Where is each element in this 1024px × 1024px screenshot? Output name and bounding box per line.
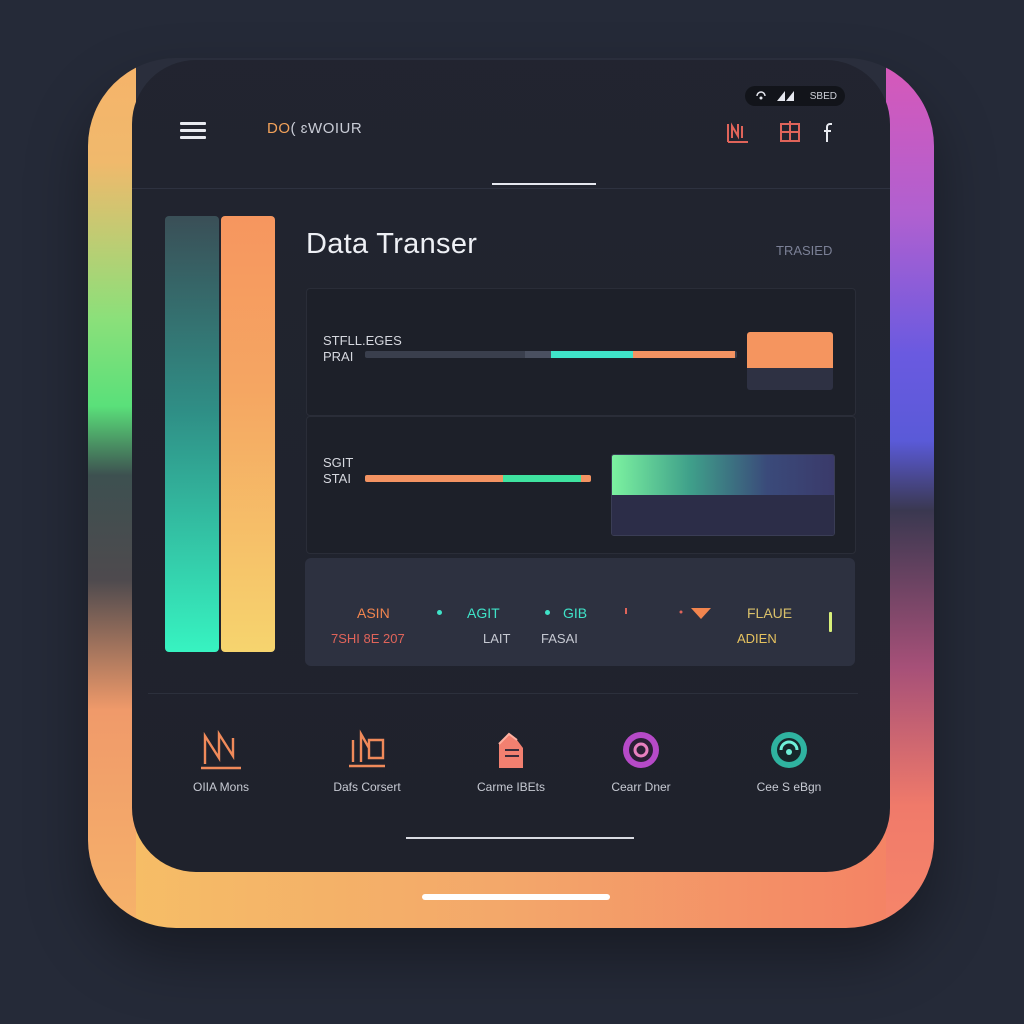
card1-color-tile[interactable]: [747, 332, 833, 390]
section-divider: [148, 693, 858, 694]
page-title: Data Transer: [306, 228, 478, 260]
header-tab-indicator: [492, 183, 596, 185]
brand-rest: ( ɛWOIUR: [290, 120, 363, 137]
nav-item-2[interactable]: Dafs Corsert: [312, 728, 422, 794]
stat-tick-mark: [625, 608, 627, 614]
card1-progress-segment: [551, 351, 633, 358]
ring-icon: [623, 732, 659, 768]
stat-4-caption: ADIEN: [737, 631, 777, 646]
nav-item-1-label: OIIA Mons: [192, 780, 250, 794]
swirl-icon: [771, 732, 807, 768]
inner-home-indicator[interactable]: [406, 837, 634, 839]
stat-level-indicator: [829, 612, 832, 632]
bar-chart-icon: [349, 729, 385, 768]
stat-2-value: AGIT: [467, 605, 500, 621]
transfer-card-1: STFLL.EGES PRAI: [306, 288, 856, 416]
nav-item-5-label: Cee S eBgn: [756, 780, 822, 794]
stat-2-caption: LAIT: [483, 631, 511, 646]
stat-dot: [437, 610, 442, 615]
grid-window-icon[interactable]: [778, 120, 802, 144]
stat-1-value: ASIN: [357, 605, 390, 621]
card2-progress-track: [365, 475, 591, 482]
nav-item-4[interactable]: Cearr Dner: [586, 728, 696, 794]
nav-item-3-label: Carme IBEts: [476, 780, 545, 794]
app-header: DO( ɛWOIUR: [132, 60, 890, 189]
stat-dot: [545, 610, 550, 615]
card1-progress-track: [365, 351, 737, 358]
card2-label: SGIT STAI: [323, 455, 353, 487]
facebook-icon[interactable]: [818, 120, 842, 144]
nav-item-3[interactable]: Carme IBEts: [456, 728, 566, 794]
vertical-bar-teal: [165, 216, 219, 652]
card2-label-line1: SGIT: [323, 455, 354, 470]
transfer-card-2: SGIT STAI: [306, 416, 856, 554]
stat-3-value: GIB: [563, 605, 588, 621]
nav-item-1[interactable]: OIIA Mons: [166, 728, 276, 794]
hamburger-menu-icon[interactable]: [180, 122, 206, 140]
hand-icon: [498, 732, 523, 768]
card2-progress-segment: [503, 475, 581, 482]
chart-icon[interactable]: [726, 120, 750, 144]
brand-name: DO( ɛWOIUR: [267, 120, 362, 137]
nav-item-5[interactable]: Cee S eBgn: [734, 728, 844, 794]
title-tag: TRASIED: [776, 243, 833, 258]
nav-item-4-label: Cearr Dner: [611, 780, 671, 794]
card1-label-line1: STFLL.EGES: [323, 333, 402, 348]
card2-label-line2: STAI: [323, 471, 351, 486]
stats-panel: ASIN 7SHI 8E 207 AGIT LAIT GIB FASAI FLA…: [305, 558, 855, 666]
stat-1-caption: 7SHI 8E 207: [331, 631, 405, 646]
card1-progress-segment: [633, 351, 735, 358]
vertical-bar-orange: [221, 216, 275, 652]
line-chart-icon: [201, 729, 241, 770]
card1-label: STFLL.EGES PRAI: [323, 333, 402, 365]
outer-home-indicator[interactable]: [422, 894, 610, 900]
brand-prefix: DO: [267, 120, 291, 137]
dropdown-arrow-icon[interactable]: [679, 608, 713, 620]
card1-progress-segment: [525, 351, 551, 358]
card2-gradient-tile[interactable]: [611, 454, 835, 536]
stat-4-value: FLAUE: [747, 605, 793, 621]
stat-3-caption: FASAI: [541, 631, 578, 646]
nav-item-2-label: Dafs Corsert: [333, 780, 401, 794]
